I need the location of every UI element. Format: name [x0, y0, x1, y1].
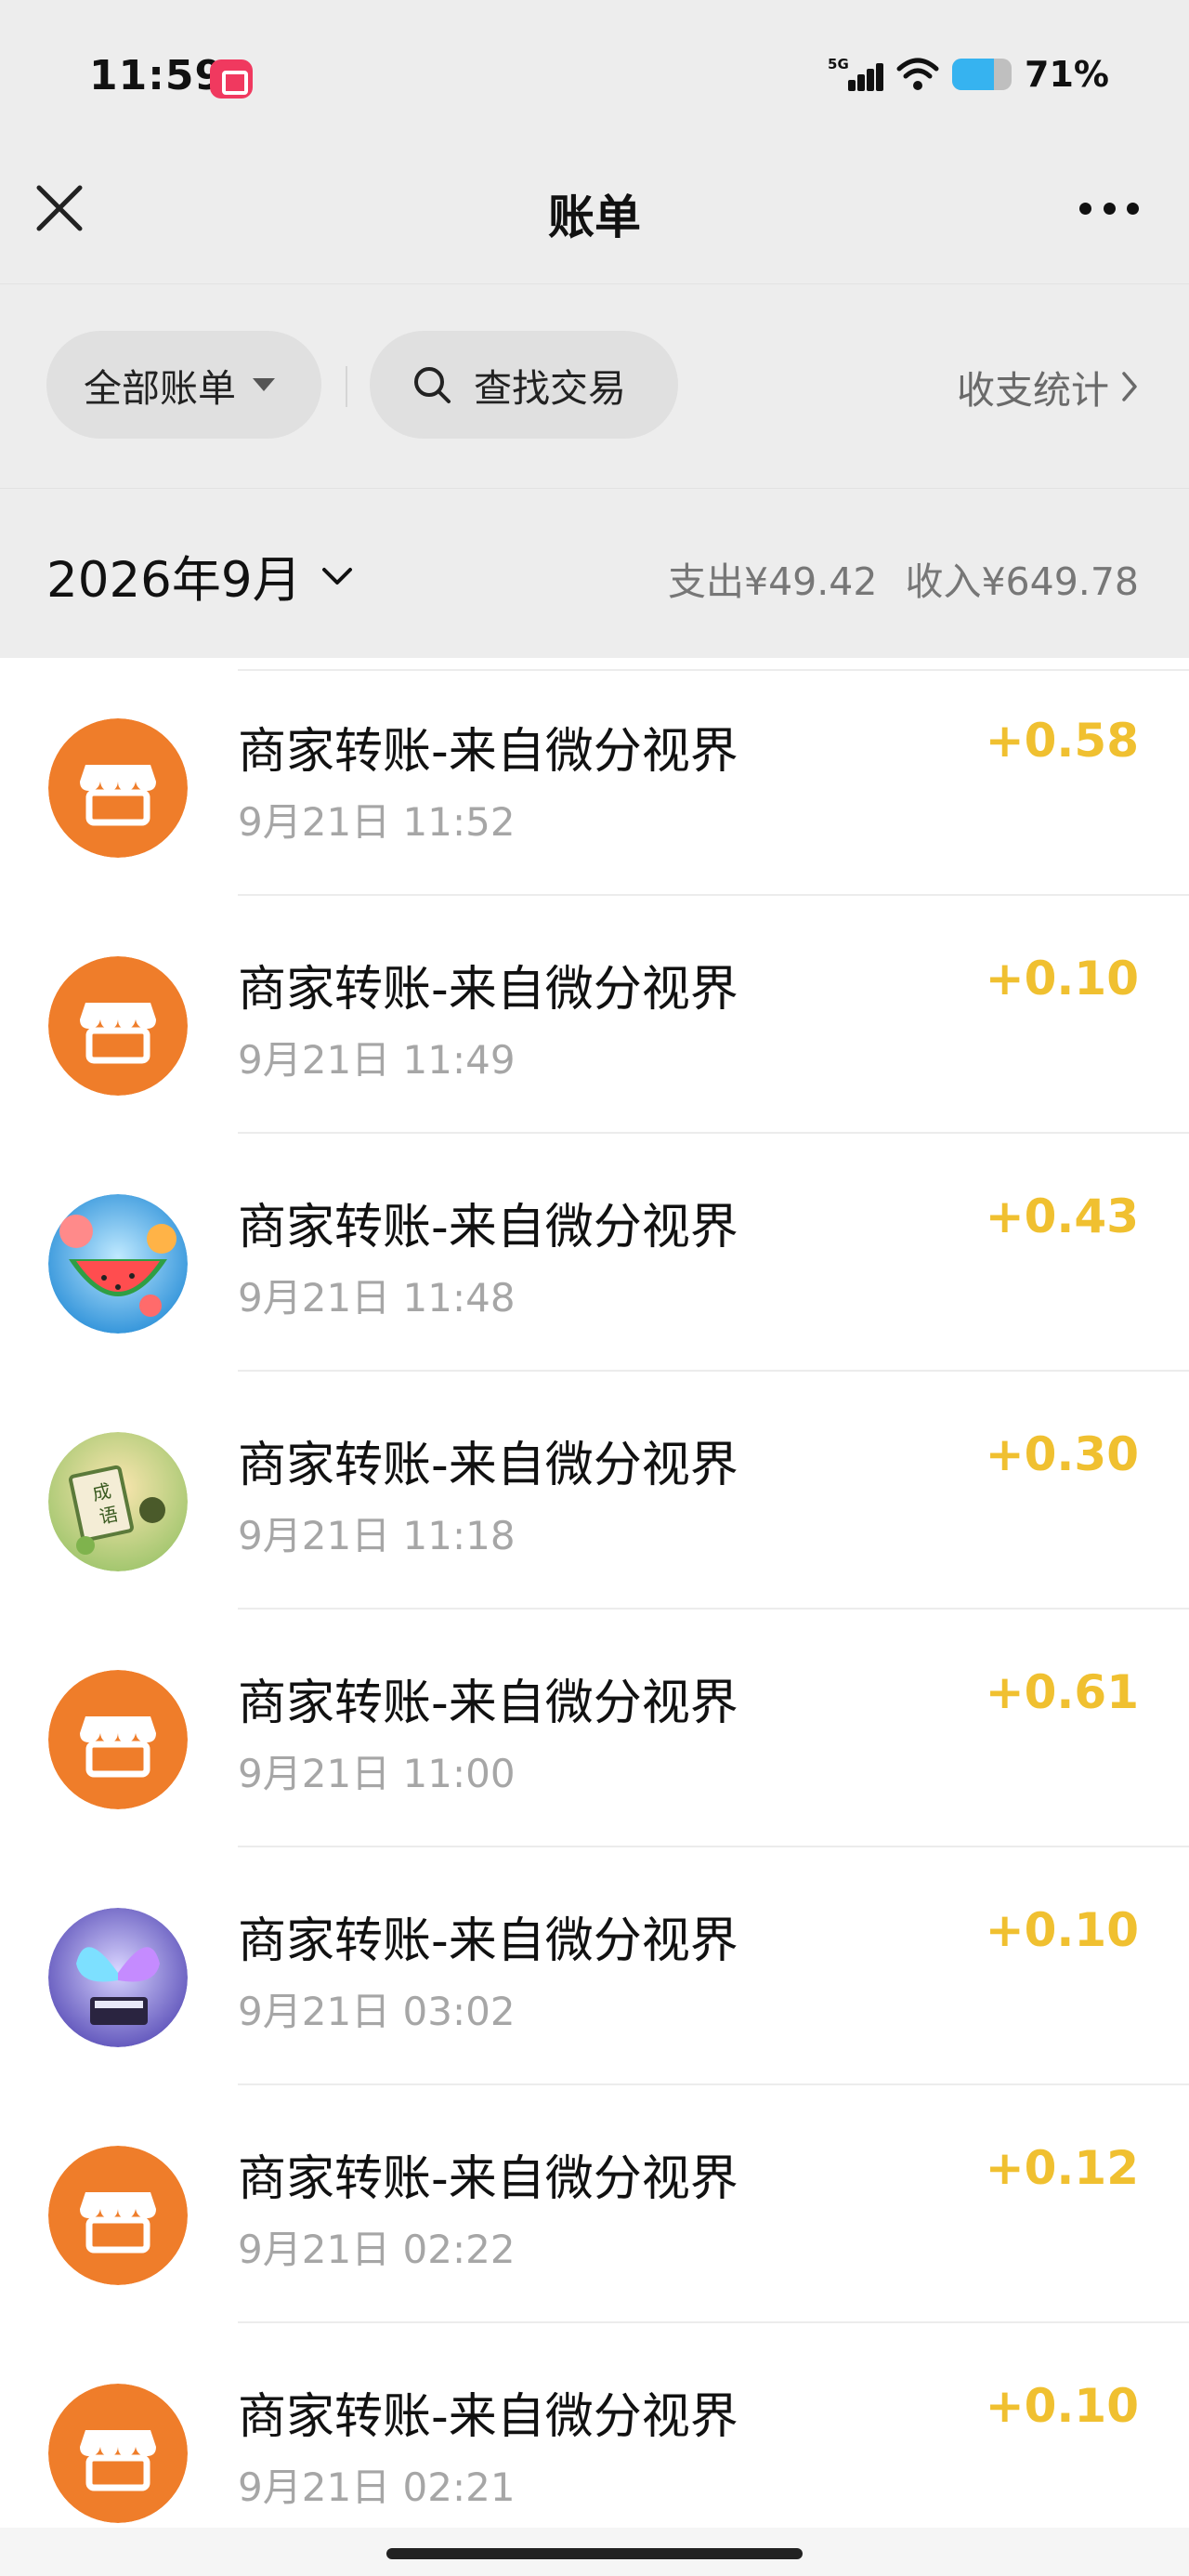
transaction-row[interactable]: 商家转账-来自微分视界 9月21日 03:02 +0.10 [0, 1847, 1189, 2085]
transaction-row[interactable]: 商家转账-来自微分视界 9月21日 11:52 +0.58 [0, 658, 1189, 896]
page-title: 账单 [548, 191, 641, 244]
transaction-row[interactable]: 商家转账-来自微分视界 9月21日 11:00 +0.61 [0, 1610, 1189, 1847]
filter-bar: 全部账单 查找交易 收支统计 [0, 283, 1189, 488]
idiom-game-icon: 成 语 [48, 1432, 188, 1571]
store-icon [48, 2146, 188, 2285]
cellular-signal-icon: 5G [828, 54, 884, 95]
chevron-right-icon [1122, 372, 1137, 401]
store-icon [48, 956, 188, 1096]
transaction-list: 商家转账-来自微分视界 9月21日 11:52 +0.58 商家转账-来自微分视… [0, 658, 1189, 2528]
transaction-time: 9月21日 11:18 [238, 1513, 516, 1558]
transaction-title: 商家转账-来自微分视界 [238, 2389, 738, 2445]
search-icon [414, 367, 451, 403]
transaction-time: 9月21日 03:02 [238, 1989, 516, 2034]
transaction-title: 商家转账-来自微分视界 [238, 2151, 738, 2207]
navigation-bar: 账单 [0, 158, 1189, 283]
stats-label: 收支统计 [957, 368, 1109, 413]
transaction-title: 商家转账-来自微分视界 [238, 962, 738, 1018]
transaction-amount: +0.61 [985, 1665, 1139, 1719]
income-total: 收入¥649.78 [905, 559, 1139, 604]
chevron-down-icon [321, 568, 352, 585]
income-expense-stats-link[interactable]: 收支统计 [957, 359, 1139, 414]
month-label: 2026年9月 [46, 552, 302, 609]
transaction-row[interactable]: 商家转账-来自微分视界 9月21日 02:22 +0.12 [0, 2085, 1189, 2323]
transaction-amount: +0.43 [985, 1189, 1139, 1243]
transaction-title: 商家转账-来自微分视界 [238, 1200, 738, 1255]
transaction-title: 商家转账-来自微分视界 [238, 1438, 738, 1493]
transaction-time: 9月21日 02:21 [238, 2464, 516, 2510]
search-label: 查找交易 [474, 366, 626, 411]
month-summary-bar: 2026年9月 支出¥49.42 收入¥649.78 [0, 488, 1189, 657]
home-indicator[interactable] [386, 2548, 803, 2559]
network-type: 5G [828, 56, 849, 72]
status-bar: 11:59 5G 71% [0, 0, 1189, 158]
transaction-time: 9月21日 11:00 [238, 1751, 516, 1796]
transaction-amount: +0.10 [985, 952, 1139, 1005]
transaction-title: 商家转账-来自微分视界 [238, 1913, 738, 1969]
transaction-row[interactable]: 商家转账-来自微分视界 9月21日 11:48 +0.43 [0, 1134, 1189, 1372]
transaction-title: 商家转账-来自微分视界 [238, 1676, 738, 1731]
home-bar [0, 2528, 1189, 2576]
status-indicators: 5G 71% [828, 54, 1109, 95]
battery-icon [952, 59, 1013, 90]
store-icon [48, 2384, 188, 2523]
transaction-amount: +0.10 [985, 1903, 1139, 1957]
wifi-icon [896, 58, 939, 90]
transaction-time: 9月21日 11:52 [238, 799, 516, 845]
all-bills-label: 全部账单 [84, 366, 236, 411]
app-notification-icon [210, 59, 253, 99]
transaction-time: 9月21日 11:48 [238, 1275, 516, 1321]
search-transactions-button[interactable]: 查找交易 [370, 331, 678, 439]
battery-percentage: 71% [1025, 54, 1109, 95]
transaction-amount: +0.58 [985, 714, 1139, 768]
month-selector[interactable]: 2026年9月 [46, 541, 354, 611]
transaction-row[interactable]: 成 语 商家转账-来自微分视界 9月21日 11:18 +0.30 [0, 1372, 1189, 1610]
transaction-row[interactable]: 商家转账-来自微分视界 9月21日 02:21 +0.10 [0, 2323, 1189, 2528]
store-icon [48, 1670, 188, 1809]
transaction-time: 9月21日 02:22 [238, 2227, 516, 2272]
transaction-amount: +0.30 [985, 1427, 1139, 1481]
transaction-amount: +0.12 [985, 2141, 1139, 2195]
more-options-icon[interactable] [1079, 191, 1139, 225]
watermelon-game-icon [48, 1194, 188, 1334]
expense-total: 支出¥49.42 [667, 559, 878, 604]
filter-divider [346, 366, 347, 407]
status-time: 11:59 [89, 52, 225, 99]
all-bills-filter[interactable]: 全部账单 [46, 331, 321, 439]
month-totals: 支出¥49.42 收入¥649.78 [668, 550, 1139, 606]
transaction-row[interactable]: 商家转账-来自微分视界 9月21日 11:49 +0.10 [0, 896, 1189, 1134]
transaction-title: 商家转账-来自微分视界 [238, 724, 738, 780]
transaction-amount: +0.10 [985, 2379, 1139, 2433]
transaction-time: 9月21日 11:49 [238, 1037, 516, 1083]
butterfly-piano-icon [48, 1908, 188, 2047]
store-icon [48, 718, 188, 858]
caret-down-icon [253, 378, 275, 391]
